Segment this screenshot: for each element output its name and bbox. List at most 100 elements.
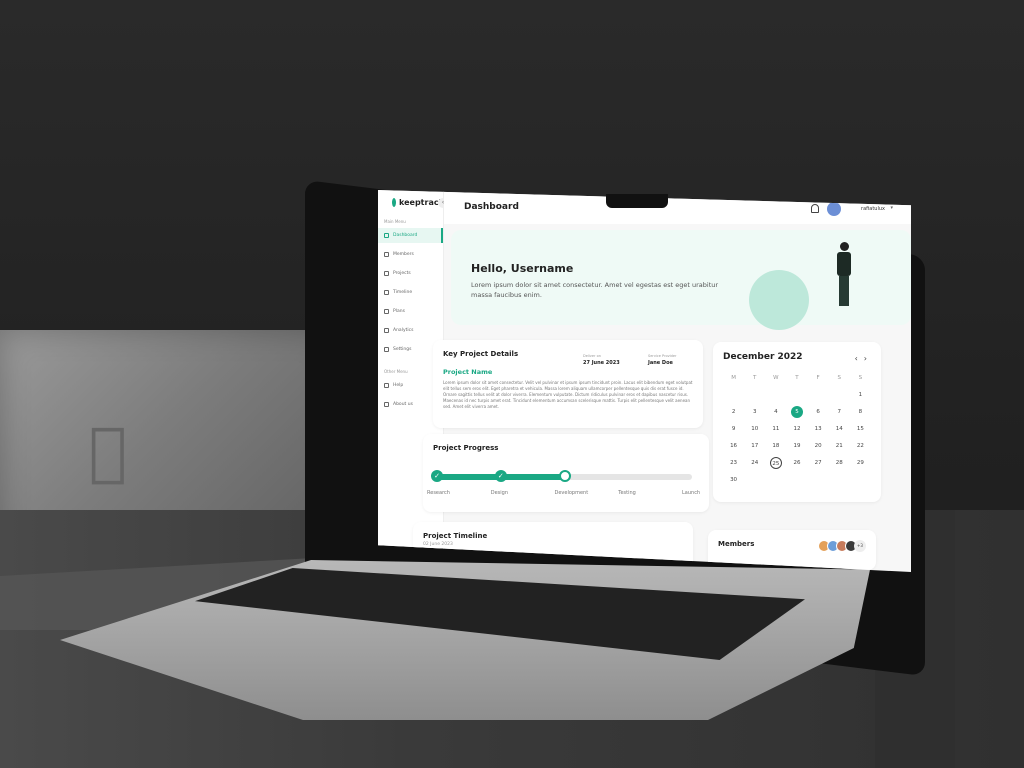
sidebar-item-dashboard[interactable]: Dashboard [378,228,443,243]
calendar-day[interactable]: 10 [744,423,765,435]
calendar-day[interactable]: 4 [765,406,786,418]
calendar-day[interactable]: 19 [786,440,807,452]
illustration-circle [749,270,809,330]
calendar-day[interactable]: 12 [786,423,807,435]
calendar-day[interactable]: 25 [769,457,782,469]
calendar-day[interactable]: 20 [808,440,829,452]
timeline-icon [384,290,389,295]
sidebar-item-projects[interactable]: Projects [378,266,443,281]
sidebar-item-label: Dashboard [393,233,418,238]
sidebar-item-label: Help [393,383,404,388]
weekday-label: S [837,375,842,381]
chart-icon [384,328,389,333]
camera-notch [606,194,668,208]
calendar-day[interactable]: 5 [790,406,803,418]
illustration-person [836,242,854,312]
chevron-right-icon[interactable]: › [864,354,873,363]
calendar-day[interactable]: 27 [808,457,829,469]
project-description: Lorem ipsum dolor sit amet consectetur. … [443,380,693,409]
calendar-day[interactable]: 29 [850,457,871,469]
users-icon [384,252,389,257]
folder-icon [384,271,389,276]
provider-label: Service Provider [648,354,677,358]
calendar-day[interactable]: 1 [850,389,871,401]
calendar-day[interactable]: 7 [829,406,850,418]
calendar-grid: M T W T F S S 1 2 3 4 5 6 7 8 9 10 11 12 13 14 15 16 17 18 19 20 21… [723,372,871,486]
sidebar-item-timeline[interactable]: Timeline [378,285,443,300]
sidebar-item-plans[interactable]: Plans [378,304,443,319]
sidebar-item-analytics[interactable]: Analytics [378,323,443,338]
app-logo[interactable]: keeptrack [378,190,444,207]
user-name[interactable]: rafiatulux [861,206,885,212]
calendar-day[interactable]: 17 [744,440,765,452]
calendar-empty-cell [723,389,744,401]
info-icon [384,402,389,407]
progress-stage-label: Research [427,490,450,496]
calendar-day[interactable]: 2 [723,406,744,418]
help-icon [384,383,389,388]
calendar-day[interactable]: 6 [808,406,829,418]
grid-icon [384,233,389,238]
calendar-day[interactable]: 8 [850,406,871,418]
welcome-banner: Hello, Username Lorem ipsum dolor sit am… [451,230,911,330]
plan-icon [384,309,389,314]
calendar-month-title: December 2022 [723,352,803,362]
progress-stage-label: Testing [618,490,636,496]
welcome-text: Lorem ipsum dolor sit amet consectetur. … [471,281,719,299]
sidebar-item-members[interactable]: Members [378,247,443,262]
project-progress-title: Project Progress [433,444,499,452]
sidebar-item-label: About us [393,402,413,407]
calendar-day[interactable]: 3 [744,406,765,418]
weekday-label: S [858,375,863,381]
sidebar-item-label: Members [393,252,414,257]
more-members-count[interactable]: +3 [854,540,866,552]
main-menu-label: Main Menu [384,219,406,224]
calendar-day[interactable]: 28 [829,457,850,469]
sidebar-item-label: Plans [393,309,405,314]
calendar-empty-cell [829,389,850,401]
weekday-label: W [773,375,779,381]
calendar-day[interactable]: 16 [723,440,744,452]
provider-name: Jane Doe [648,360,673,366]
calendar-day[interactable]: 11 [765,423,786,435]
user-avatar[interactable] [827,202,841,216]
deliver-info: Deliver on 27 June 2023 [583,354,620,366]
project-timeline-title: Project Timeline [423,532,488,540]
calendar-empty-cell [786,389,807,401]
apple-logo-icon:  [72,415,144,490]
progress-stage-label: Development [554,490,589,496]
sidebar-item-label: Projects [393,271,411,276]
calendar-empty-cell [765,389,786,401]
progress-stage-label: Design [490,490,509,496]
calendar-day[interactable]: 21 [829,440,850,452]
sidebar-item-label: Settings [393,347,412,352]
check-icon: ✓ [431,470,443,482]
weekday-label: F [816,375,820,381]
calendar-day[interactable]: 23 [723,457,744,469]
calendar-day[interactable]: 13 [808,423,829,435]
calendar-day[interactable]: 26 [786,457,807,469]
gear-icon [384,347,389,352]
provider-info: Service Provider Jane Doe [648,354,676,366]
weekday-label: T [795,375,799,381]
key-project-details-card: Key Project Details Project Name Lorem i… [433,340,703,428]
notification-bell-icon[interactable] [811,204,819,213]
weekday-label: T [753,375,757,381]
calendar-day[interactable]: 30 [723,474,744,486]
weekday-label: M [731,375,736,381]
calendar-day[interactable]: 9 [723,423,744,435]
project-name-link[interactable]: Project Name [443,368,693,376]
chevron-down-icon[interactable]: ▾ [890,205,893,211]
calendar-empty-cell [744,389,765,401]
check-icon: ✓ [494,470,507,482]
calendar-day[interactable]: 24 [744,457,765,469]
calendar-day[interactable]: 15 [850,423,871,435]
top-bar: Dashboard rafiatulux ▾ [444,190,911,224]
welcome-title: Hello, Username [471,262,574,275]
progress-stage-label: Launch [682,490,701,496]
member-avatars[interactable]: +3 [818,540,866,552]
chevron-left-icon[interactable]: ‹ [855,354,864,363]
calendar-day[interactable]: 18 [765,440,786,452]
calendar-day[interactable]: 22 [850,440,871,452]
calendar-day[interactable]: 14 [829,423,850,435]
